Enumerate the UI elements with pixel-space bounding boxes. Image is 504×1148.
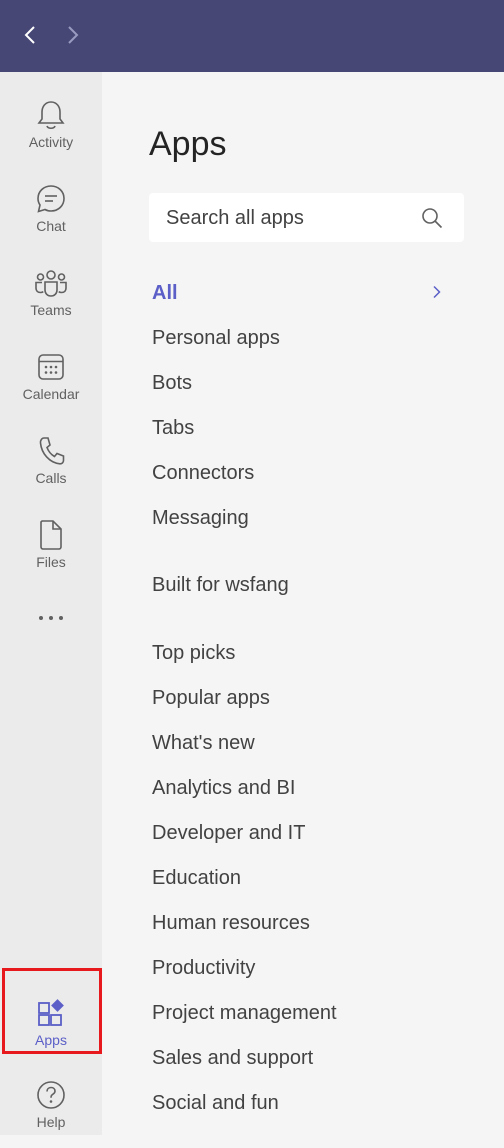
category-sales-support[interactable]: Sales and support	[152, 1045, 313, 1071]
rail-item-help[interactable]: Help	[0, 1064, 102, 1148]
rail-item-label: Teams	[30, 302, 72, 318]
category-human-resources[interactable]: Human resources	[152, 910, 310, 936]
category-all[interactable]: All	[152, 280, 178, 306]
search-input[interactable]: Search all apps	[166, 206, 304, 230]
category-project-management[interactable]: Project management	[152, 1000, 337, 1026]
category-personal-apps[interactable]: Personal apps	[152, 325, 280, 351]
page-title: Apps	[149, 125, 227, 163]
chevron-right-icon	[433, 285, 441, 299]
category-whats-new[interactable]: What's new	[152, 730, 255, 756]
category-top-picks[interactable]: Top picks	[152, 640, 235, 666]
category-social-fun[interactable]: Social and fun	[152, 1090, 279, 1116]
category-messaging[interactable]: Messaging	[152, 505, 249, 531]
more-icon	[39, 616, 63, 620]
chevron-left-icon	[24, 26, 35, 44]
rail-item-label: Help	[36, 1114, 66, 1130]
search-box[interactable]: Search all apps	[149, 193, 464, 242]
chat-icon	[34, 182, 68, 216]
search-icon[interactable]	[420, 206, 444, 230]
back-button[interactable]	[15, 20, 45, 50]
category-tabs[interactable]: Tabs	[152, 415, 194, 441]
file-icon	[34, 518, 68, 552]
rail-item-chat[interactable]: Chat	[0, 168, 102, 252]
selection-highlight	[2, 968, 102, 1054]
category-developer[interactable]: Developer and IT	[152, 820, 305, 846]
forward-button[interactable]	[58, 20, 88, 50]
calendar-icon	[34, 350, 68, 384]
rail-item-label: Calendar	[22, 386, 80, 402]
category-bots[interactable]: Bots	[152, 370, 192, 396]
category-built-for[interactable]: Built for wsfang	[152, 572, 289, 598]
rail-item-calls[interactable]: Calls	[0, 420, 102, 504]
rail-item-teams[interactable]: Teams	[0, 252, 102, 336]
help-icon	[34, 1078, 68, 1112]
rail-item-label: Calls	[35, 470, 67, 486]
more-apps-button[interactable]	[0, 604, 102, 632]
rail-item-activity[interactable]: Activity	[0, 84, 102, 168]
rail-item-label: Files	[36, 554, 66, 570]
rail-item-label: Activity	[28, 134, 74, 150]
rail-item-label: Chat	[36, 218, 66, 234]
title-bar	[0, 0, 504, 72]
bell-icon	[34, 98, 68, 132]
category-education[interactable]: Education	[152, 865, 241, 891]
chevron-right-icon	[68, 26, 79, 44]
category-productivity[interactable]: Productivity	[152, 955, 255, 981]
rail-item-files[interactable]: Files	[0, 504, 102, 588]
category-popular-apps[interactable]: Popular apps	[152, 685, 270, 711]
category-connectors[interactable]: Connectors	[152, 460, 254, 486]
phone-icon	[34, 434, 68, 468]
apps-panel: Apps Search all apps All Personal apps B…	[102, 72, 504, 1135]
rail-item-calendar[interactable]: Calendar	[0, 336, 102, 420]
teams-icon	[34, 266, 68, 300]
category-analytics[interactable]: Analytics and BI	[152, 775, 295, 801]
